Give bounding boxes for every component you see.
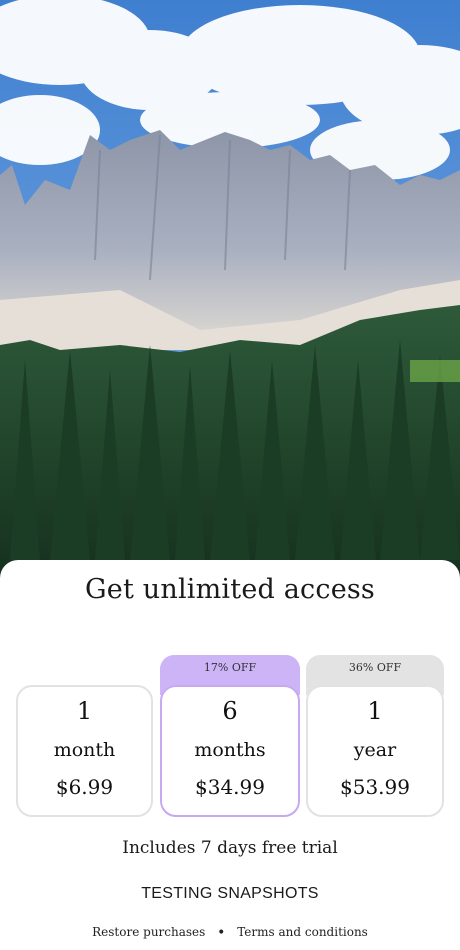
discount-badge-label: 17% OFF <box>203 661 257 674</box>
restore-purchases-link[interactable]: Restore purchases <box>92 925 205 939</box>
footer-links: Restore purchases • Terms and conditions <box>0 925 460 941</box>
page-title: Get unlimited access <box>85 574 375 605</box>
plan-duration-unit: year <box>353 739 397 761</box>
testing-snapshots-button[interactable]: TESTING SNAPSHOTS <box>0 885 460 903</box>
plan-duration-number: 1 <box>76 697 93 725</box>
plan-price: $6.99 <box>55 775 114 799</box>
plan-price: $34.99 <box>195 775 265 799</box>
plan-card-year[interactable]: 1 year $53.99 <box>306 685 444 817</box>
free-trial-text: Includes 7 days free trial <box>122 838 338 858</box>
plan-price: $53.99 <box>340 775 410 799</box>
plan-duration-number: 1 <box>367 697 383 725</box>
plan-duration-unit: month <box>53 739 116 761</box>
discount-badge-label: 36% OFF <box>348 661 402 674</box>
terms-link[interactable]: Terms and conditions <box>237 925 368 939</box>
mountain-forest-photo <box>0 0 460 600</box>
plan-card-month[interactable]: 1 month $6.99 <box>16 685 153 817</box>
plan-duration-unit: months <box>194 739 266 761</box>
hero-image <box>0 0 460 600</box>
plan-duration-number: 6 <box>222 697 238 725</box>
separator-dot-icon: • <box>217 925 226 941</box>
paywall-sheet: Get unlimited access 1 month $6.99 17% O… <box>0 560 460 950</box>
plan-card-6-months[interactable]: 6 months $34.99 <box>160 685 300 817</box>
